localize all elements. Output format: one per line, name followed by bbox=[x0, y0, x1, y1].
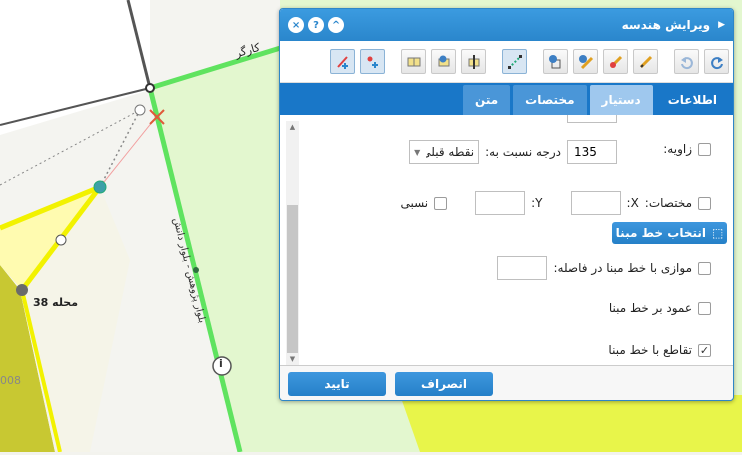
chevron-down-icon: ▼ bbox=[414, 147, 421, 157]
tab-strip: اطلاعات دستیار مختصات متن bbox=[280, 83, 733, 115]
tab-coordinates[interactable]: مختصات bbox=[513, 85, 587, 115]
dialog-titlebar[interactable]: ▶ ویرایش هندسه ^ ? × bbox=[280, 9, 733, 41]
dialog-footer: انصراف تایید bbox=[280, 365, 733, 400]
reference-value: نقطه قبلی bbox=[426, 145, 475, 159]
angle-unit-label: درجه نسبت به: bbox=[485, 145, 561, 159]
tab-info[interactable]: اطلاعات bbox=[655, 85, 729, 115]
reference-select[interactable]: نقطه قبلی ▼ bbox=[409, 140, 480, 164]
district-label: محله 38 bbox=[33, 296, 79, 309]
info-marker-icon[interactable] bbox=[431, 49, 456, 74]
add-vertex-icon[interactable] bbox=[603, 49, 628, 74]
x-input[interactable] bbox=[570, 191, 621, 215]
coords-label: مختصات: bbox=[644, 196, 692, 210]
split-icon[interactable] bbox=[461, 49, 486, 74]
cursor-select-icon: ⬚ bbox=[712, 226, 724, 240]
parallel-row: موازی با خط مبنا در فاصله: bbox=[497, 256, 711, 280]
close-icon[interactable]: × bbox=[288, 17, 304, 33]
angle-label: زاویه: bbox=[663, 142, 692, 156]
perpendicular-label: عمود بر خط مبنا bbox=[608, 301, 692, 315]
coords-row: مختصات: X: Y: نسبی bbox=[400, 191, 711, 215]
relative-label: نسبی bbox=[400, 196, 429, 210]
table-icon[interactable] bbox=[401, 49, 426, 74]
panel-scrollbar[interactable]: ▲ ▼ bbox=[286, 121, 299, 365]
undo-icon[interactable] bbox=[674, 49, 699, 74]
angle-input[interactable] bbox=[567, 140, 617, 164]
info-marker-icon[interactable]: i bbox=[219, 357, 223, 370]
parallel-checkbox[interactable] bbox=[698, 261, 711, 275]
title-arrow-icon: ▶ bbox=[718, 20, 725, 30]
tab-assistant[interactable]: دستیار bbox=[589, 85, 653, 115]
scroll-thumb[interactable] bbox=[287, 205, 298, 353]
parcel-number-label: 008 bbox=[0, 374, 21, 387]
angle-checkbox[interactable] bbox=[698, 142, 711, 156]
cancel-button[interactable]: انصراف bbox=[395, 372, 493, 396]
clipped-field bbox=[567, 115, 617, 123]
parallel-distance-input[interactable] bbox=[497, 256, 548, 280]
snap-line-icon[interactable] bbox=[502, 49, 527, 74]
collapse-icon[interactable]: ^ bbox=[328, 17, 344, 33]
assistant-panel: ▲ ▼ زاویه: درجه نسبت به: نقطه قبلی ▼ مخت… bbox=[280, 115, 733, 367]
help-icon[interactable]: ? bbox=[308, 17, 324, 33]
tab-text[interactable]: متن bbox=[463, 85, 511, 115]
x-label: X: bbox=[626, 196, 639, 210]
add-line-icon[interactable] bbox=[330, 49, 355, 74]
add-point-icon[interactable] bbox=[360, 49, 385, 74]
pick-base-line-label: انتخاب خط مبنا bbox=[615, 226, 706, 240]
pick-base-line-button[interactable]: ⬚ انتخاب خط مبنا bbox=[612, 222, 727, 244]
scroll-up-icon[interactable]: ▲ bbox=[286, 121, 299, 133]
pencil-icon[interactable] bbox=[633, 49, 658, 74]
relative-checkbox[interactable] bbox=[434, 196, 448, 210]
vertex-settings-icon[interactable] bbox=[543, 49, 568, 74]
angle-input-group: درجه نسبت به: نقطه قبلی ▼ bbox=[409, 140, 617, 164]
edit-geometry-dialog: ▶ ویرایش هندسه ^ ? × اطلاعات دستیار مختص… bbox=[279, 8, 734, 401]
intersection-label: تقاطع با خط مبنا bbox=[608, 343, 692, 357]
intersection-checkbox[interactable]: ✓ bbox=[698, 343, 711, 357]
scroll-down-icon[interactable]: ▼ bbox=[286, 353, 299, 365]
coords-checkbox[interactable] bbox=[698, 196, 711, 210]
perpendicular-row: عمود بر خط مبنا bbox=[609, 301, 711, 315]
dialog-title: ویرایش هندسه bbox=[621, 18, 711, 32]
confirm-button[interactable]: تایید bbox=[288, 372, 386, 396]
y-input[interactable] bbox=[475, 191, 526, 215]
y-label: Y: bbox=[531, 196, 543, 210]
redo-icon[interactable] bbox=[704, 49, 729, 74]
parallel-label: موازی با خط مبنا در فاصله: bbox=[553, 261, 692, 275]
perpendicular-checkbox[interactable] bbox=[698, 301, 711, 315]
angle-row: زاویه: bbox=[663, 142, 711, 156]
toolbar bbox=[280, 41, 733, 83]
intersection-row: ✓ تقاطع با خط مبنا bbox=[608, 343, 711, 357]
edit-info-icon[interactable] bbox=[573, 49, 598, 74]
